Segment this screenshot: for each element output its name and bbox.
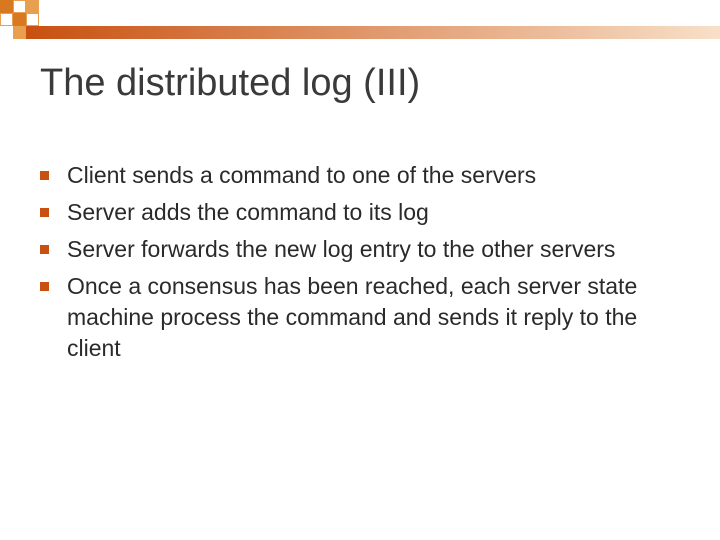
list-item: Client sends a command to one of the ser… [40,160,680,191]
list-item: Server adds the command to its log [40,197,680,228]
decor-square [13,26,26,39]
bullet-icon [40,208,49,217]
slide-content: Client sends a command to one of the ser… [40,160,680,370]
bullet-text: Once a consensus has been reached, each … [67,271,680,364]
bullet-text: Server adds the command to its log [67,197,429,228]
decor-square [26,13,39,26]
list-item: Once a consensus has been reached, each … [40,271,680,364]
bullet-icon [40,171,49,180]
decor-square [0,13,13,26]
gradient-bar [26,26,720,39]
decor-square [13,0,26,13]
bullet-text: Client sends a command to one of the ser… [67,160,536,191]
slide-title: The distributed log (III) [40,62,420,105]
decor-square [13,13,26,26]
bullet-icon [40,245,49,254]
bullet-icon [40,282,49,291]
list-item: Server forwards the new log entry to the… [40,234,680,265]
top-decoration [0,0,720,42]
bullet-text: Server forwards the new log entry to the… [67,234,615,265]
decor-square [26,0,39,13]
decor-square [0,0,13,13]
